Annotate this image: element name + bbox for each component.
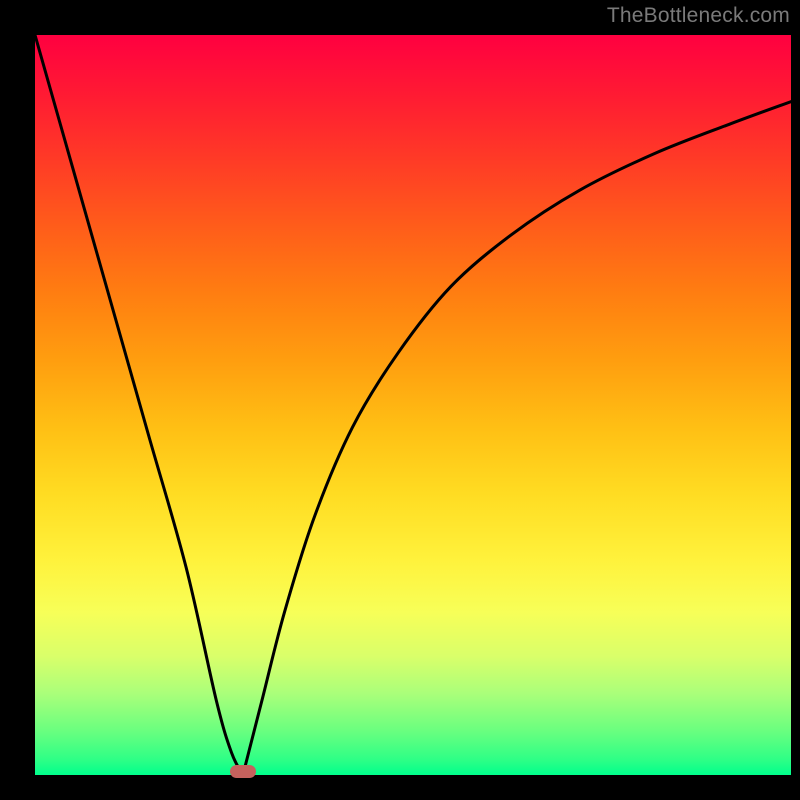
right-branch-curve	[243, 102, 791, 775]
bottleneck-marker	[230, 765, 256, 778]
plot-area	[35, 35, 791, 775]
curve-layer	[35, 35, 791, 775]
watermark-text: TheBottleneck.com	[607, 4, 790, 28]
chart-frame: TheBottleneck.com	[0, 0, 800, 800]
left-branch-curve	[35, 35, 243, 775]
